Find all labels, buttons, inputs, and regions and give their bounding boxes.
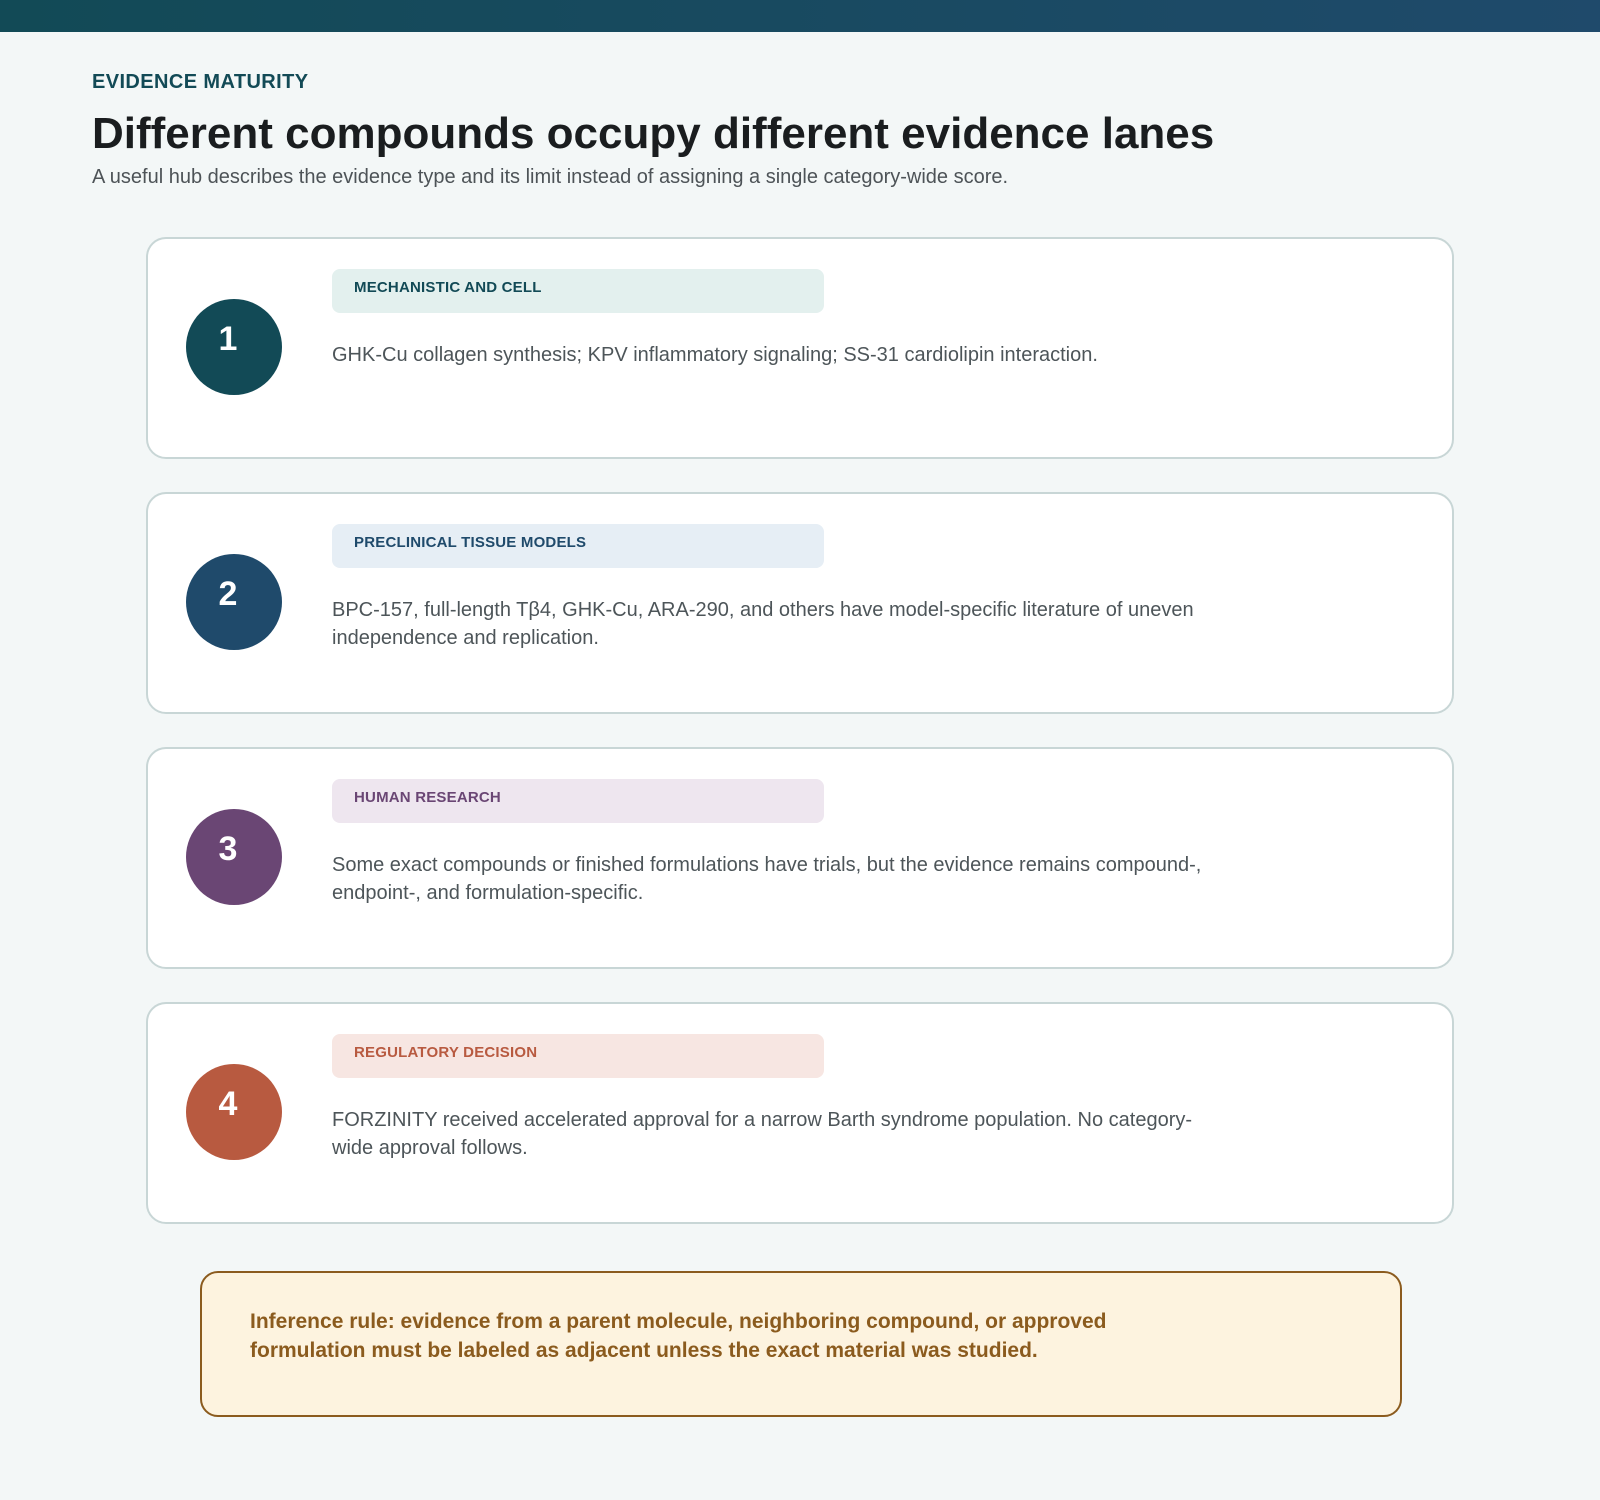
lane-number: 2	[218, 575, 238, 613]
inference-rule-callout: Inference rule: evidence from a parent m…	[200, 1271, 1402, 1417]
page-title: Different compounds occupy different evi…	[92, 109, 1215, 158]
lane-description: Some exact compounds or finished formula…	[332, 854, 1202, 904]
lane-card-preclinical: 2 PRECLINICAL TISSUE MODELS BPC-157, ful…	[146, 492, 1454, 714]
lane-label-pill: REGULATORY DECISION	[332, 1034, 824, 1078]
lane-label-pill: HUMAN RESEARCH	[332, 779, 824, 823]
lane-description: GHK-Cu collagen synthesis; KPV inflammat…	[332, 344, 1098, 366]
top-accent-bar	[0, 0, 1600, 32]
page-subtitle: A useful hub describes the evidence type…	[92, 166, 1009, 188]
section-eyebrow: EVIDENCE MATURITY	[92, 71, 309, 93]
inference-rule-text: Inference rule: evidence from a parent m…	[250, 1310, 1107, 1362]
lane-number-badge: 3	[186, 809, 282, 905]
lane-number-badge: 2	[186, 554, 282, 650]
lane-card-regulatory: 4 REGULATORY DECISION FORZINITY received…	[146, 1002, 1454, 1224]
lane-card-human-research: 3 HUMAN RESEARCH Some exact compounds or…	[146, 747, 1454, 969]
lane-label-pill: MECHANISTIC AND CELL	[332, 269, 824, 313]
lane-card-mechanistic: 1 MECHANISTIC AND CELL GHK-Cu collagen s…	[146, 237, 1454, 459]
lane-number: 3	[218, 830, 238, 868]
lane-number: 4	[218, 1085, 238, 1123]
lane-description: BPC-157, full-length Tβ4, GHK-Cu, ARA-29…	[332, 599, 1194, 649]
lane-number: 1	[218, 320, 238, 358]
lane-label-pill: PRECLINICAL TISSUE MODELS	[332, 524, 824, 568]
lane-number-badge: 4	[186, 1064, 282, 1160]
lane-number-badge: 1	[186, 299, 282, 395]
lane-description: FORZINITY received accelerated approval …	[332, 1109, 1193, 1159]
